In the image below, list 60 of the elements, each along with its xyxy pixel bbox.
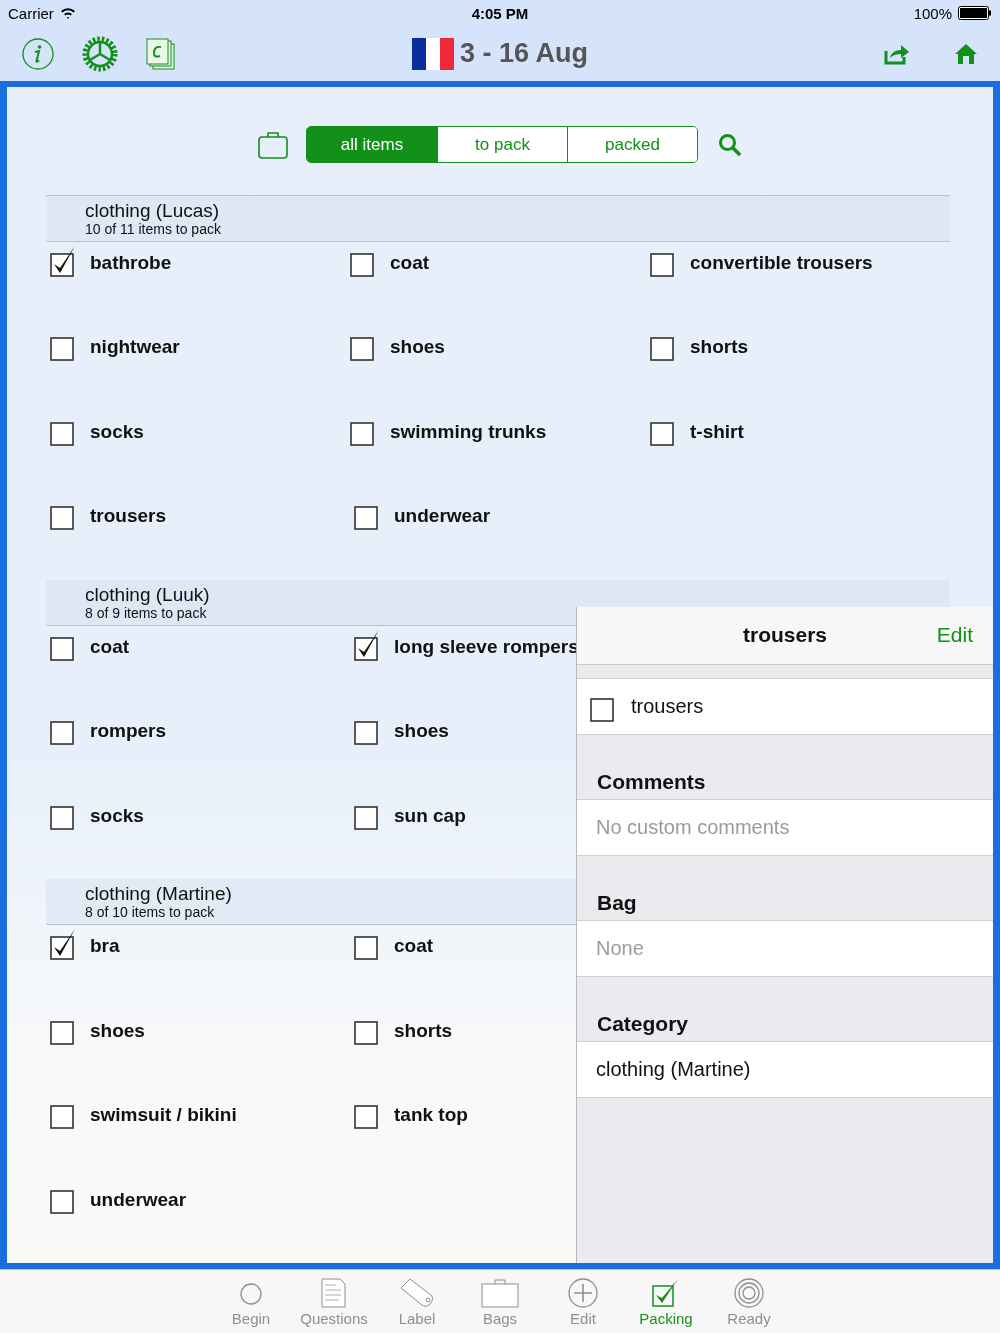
value-row[interactable]: clothing (Martine) [577, 1040, 993, 1098]
item-label[interactable]: shoes [394, 720, 449, 746]
section-count: 10 of 11 items to pack [85, 220, 221, 237]
cards-icon[interactable] [146, 37, 176, 70]
section-title: clothing (Luuk) [85, 583, 210, 605]
item-label[interactable]: coat [390, 251, 430, 277]
item-label[interactable]: sun cap [394, 804, 466, 830]
group-heading: Bag [597, 890, 637, 915]
search-icon[interactable] [718, 132, 742, 157]
suitcase-icon[interactable] [258, 130, 288, 159]
section-count: 8 of 9 items to pack [85, 604, 207, 621]
document-icon [319, 1278, 349, 1309]
filter-tab[interactable]: to pack [437, 127, 567, 163]
filter-tab[interactable]: packed [567, 127, 697, 163]
tab-bar-item[interactable]: Packing [624, 1270, 708, 1333]
item-label[interactable]: shoes [390, 336, 445, 362]
flag-icon [412, 37, 454, 70]
item-label[interactable]: rompers [90, 720, 167, 746]
item-label[interactable]: bra [90, 935, 120, 961]
item-label[interactable]: socks [90, 804, 144, 830]
item-label[interactable]: bathrobe [90, 251, 172, 277]
item-label[interactable]: tank top [394, 1104, 468, 1130]
home-icon[interactable] [954, 42, 978, 65]
tag-icon [400, 1278, 434, 1309]
section-count: 8 of 10 items to pack [85, 904, 215, 921]
group-heading: Comments [597, 769, 706, 794]
settings-icon[interactable] [82, 35, 118, 72]
suitcase-icon [481, 1278, 519, 1309]
item-label[interactable]: coat [90, 635, 130, 661]
wifi-icon [59, 7, 76, 20]
item-label[interactable]: shorts [690, 336, 749, 362]
item-label[interactable]: swimsuit / bikini [90, 1104, 237, 1130]
section-title: clothing (Lucas) [85, 199, 220, 221]
trip-dates-title: 3 - 16 Aug [460, 38, 588, 70]
battery-percentage: 100% [913, 5, 952, 22]
clock: 4:05 PM [471, 5, 529, 22]
item-label[interactable]: convertible trousers [690, 251, 873, 277]
item-label[interactable]: t-shirt [690, 420, 744, 446]
section-title: clothing (Martine) [85, 883, 232, 905]
target-icon [734, 1278, 764, 1309]
battery-icon [958, 6, 992, 21]
item-label[interactable]: underwear [394, 505, 491, 531]
item-label[interactable]: socks [90, 420, 144, 446]
popover-title: trousers [743, 623, 827, 648]
item-label[interactable]: underwear [90, 1188, 187, 1214]
item-label[interactable]: trousers [90, 505, 167, 531]
item-label[interactable]: long sleeve rompers [394, 635, 579, 661]
item-label[interactable]: nightwear [90, 336, 180, 362]
edit-link[interactable]: Edit [936, 622, 973, 647]
item-name: trousers [631, 694, 704, 718]
item-label[interactable]: coat [394, 935, 434, 961]
item-label[interactable]: shorts [394, 1019, 453, 1045]
info-icon[interactable] [22, 37, 54, 70]
item-label[interactable]: swimming trunks [390, 420, 547, 446]
filter-tab[interactable]: all items [307, 127, 437, 163]
share-icon[interactable] [884, 42, 910, 65]
item-label[interactable]: shoes [90, 1019, 145, 1045]
carrier-label: Carrier [8, 5, 54, 22]
add-icon [568, 1278, 598, 1309]
group-heading: Category [597, 1011, 689, 1036]
